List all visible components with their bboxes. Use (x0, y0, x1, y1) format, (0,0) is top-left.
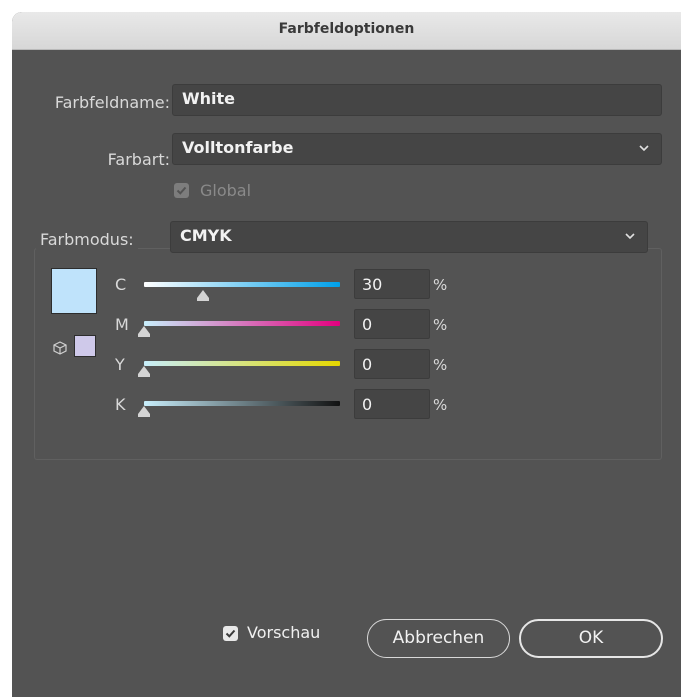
global-label: Global (200, 181, 252, 200)
swatch-name-value: White (182, 89, 236, 108)
color-mode-value: CMYK (180, 226, 232, 245)
color-mode-label: Farbmodus: (36, 230, 138, 249)
dialog-title: Farbfeldoptionen (278, 21, 415, 37)
ok-button[interactable]: OK (519, 619, 663, 658)
percent-unit-y: % (433, 356, 448, 374)
percent-unit-c: % (433, 276, 448, 294)
out-of-web-color-cube-icon[interactable] (52, 340, 68, 356)
preview-checkbox[interactable] (223, 626, 238, 641)
value-y: 0 (362, 355, 373, 374)
checkmark-icon (176, 186, 187, 195)
color-type-select[interactable]: Volltonfarbe (172, 133, 662, 165)
channel-label-m: M (115, 315, 129, 334)
cancel-button[interactable]: Abbrechen (367, 619, 510, 658)
chevron-down-icon (639, 145, 649, 152)
value-input-c[interactable]: 30 (354, 269, 430, 299)
swatch-name-label: Farbfeldname: (54, 93, 170, 112)
chevron-down-icon (625, 233, 635, 240)
slider-thumb-k[interactable] (138, 406, 150, 417)
color-mode-select[interactable]: CMYK (170, 221, 648, 253)
web-safe-color-swatch[interactable] (74, 335, 96, 357)
percent-unit-k: % (433, 396, 448, 414)
checkmark-icon (225, 629, 236, 638)
color-type-value: Volltonfarbe (182, 138, 294, 157)
value-input-m[interactable]: 0 (354, 309, 430, 339)
color-type-label: Farbart: (107, 150, 170, 169)
swatch-name-input[interactable]: White (172, 84, 662, 116)
title-bar[interactable]: Farbfeldoptionen (12, 12, 681, 50)
percent-unit-m: % (433, 316, 448, 334)
value-input-k[interactable]: 0 (354, 389, 430, 419)
color-preview-swatch (51, 268, 97, 314)
global-checkbox[interactable] (174, 183, 189, 198)
slider-track-y[interactable] (144, 361, 340, 366)
slider-thumb-m[interactable] (138, 326, 150, 337)
slider-track-k[interactable] (144, 401, 340, 406)
channel-label-y: Y (115, 355, 125, 374)
channel-label-c: C (115, 275, 127, 294)
value-c: 30 (362, 275, 383, 294)
value-input-y[interactable]: 0 (354, 349, 430, 379)
value-k: 0 (362, 395, 373, 414)
slider-thumb-y[interactable] (138, 366, 150, 377)
channel-label-k: K (115, 395, 126, 414)
slider-track-m[interactable] (144, 321, 340, 326)
swatch-options-dialog: Farbfeldoptionen Farbfeldname: White Far… (12, 12, 681, 697)
preview-label: Vorschau (247, 623, 321, 642)
slider-track-c[interactable] (144, 282, 340, 287)
slider-thumb-c[interactable] (196, 290, 209, 301)
value-m: 0 (362, 315, 373, 334)
